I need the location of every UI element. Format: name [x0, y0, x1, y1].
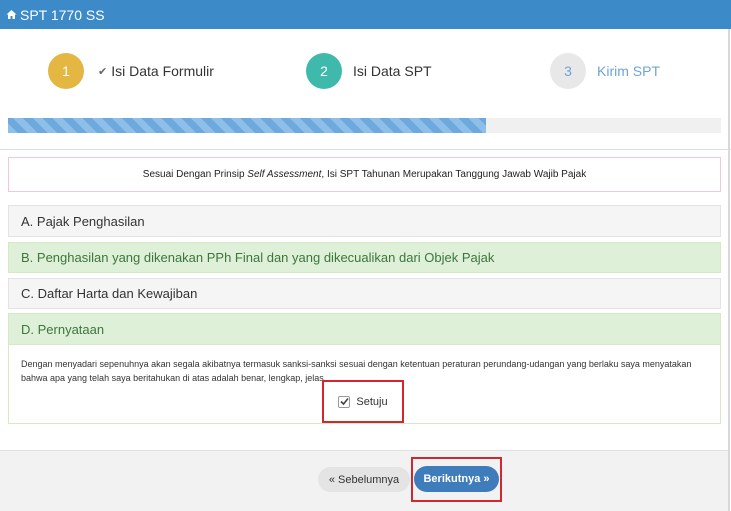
section-c-header[interactable]: C. Daftar Harta dan Kewajiban [8, 278, 721, 309]
next-button[interactable]: Berikutnya » [414, 466, 499, 492]
notice-prefix: Sesuai Dengan Prinsip [142, 169, 248, 180]
previous-button[interactable]: « Sebelumnya [318, 467, 410, 492]
step-2-label: Isi Data SPT [353, 63, 432, 79]
step-1-label: Isi Data Formulir [111, 63, 214, 79]
step-3[interactable]: 3 Kirim SPT [550, 53, 660, 89]
step-3-number: 3 [550, 53, 586, 89]
agree-checkbox-highlight[interactable]: Setuju [322, 380, 404, 423]
notice-suffix: , Isi SPT Tahunan Merupakan Tanggung Jaw… [321, 169, 587, 180]
app-title: SPT 1770 SS [20, 6, 105, 23]
step-1-number: 1 [48, 53, 84, 89]
self-assessment-notice: Sesuai Dengan Prinsip Self Assessment, I… [8, 157, 721, 192]
divider [729, 149, 730, 202]
section-a-header[interactable]: A. Pajak Penghasilan [8, 205, 721, 237]
step-2-number: 2 [306, 53, 342, 89]
divider [0, 149, 731, 150]
app-header: SPT 1770 SS [0, 0, 731, 29]
wizard-steps: 1 ✔ Isi Data Formulir 2 Isi Data SPT 3 K… [0, 29, 728, 115]
section-d-header[interactable]: D. Pernyataan [8, 313, 721, 345]
progress-fill [8, 118, 486, 133]
step-2[interactable]: 2 Isi Data SPT [306, 53, 432, 89]
frame-border [728, 29, 730, 511]
home-icon [6, 10, 17, 19]
agree-checkbox[interactable] [338, 395, 351, 408]
agree-label: Setuju [356, 395, 388, 408]
step-1[interactable]: 1 ✔ Isi Data Formulir [48, 53, 214, 89]
progress-bar [8, 118, 721, 133]
section-b-header[interactable]: B. Penghasilan yang dikenakan PPh Final … [8, 242, 721, 273]
step-3-label: Kirim SPT [597, 63, 660, 79]
checkmark-icon [340, 397, 349, 406]
step-1-label-wrap: ✔ Isi Data Formulir [98, 63, 214, 79]
footer-bar: « Sebelumnya [0, 450, 728, 511]
notice-emphasis: Self Assessment [247, 169, 322, 180]
checkmark-icon: ✔ [98, 65, 108, 78]
